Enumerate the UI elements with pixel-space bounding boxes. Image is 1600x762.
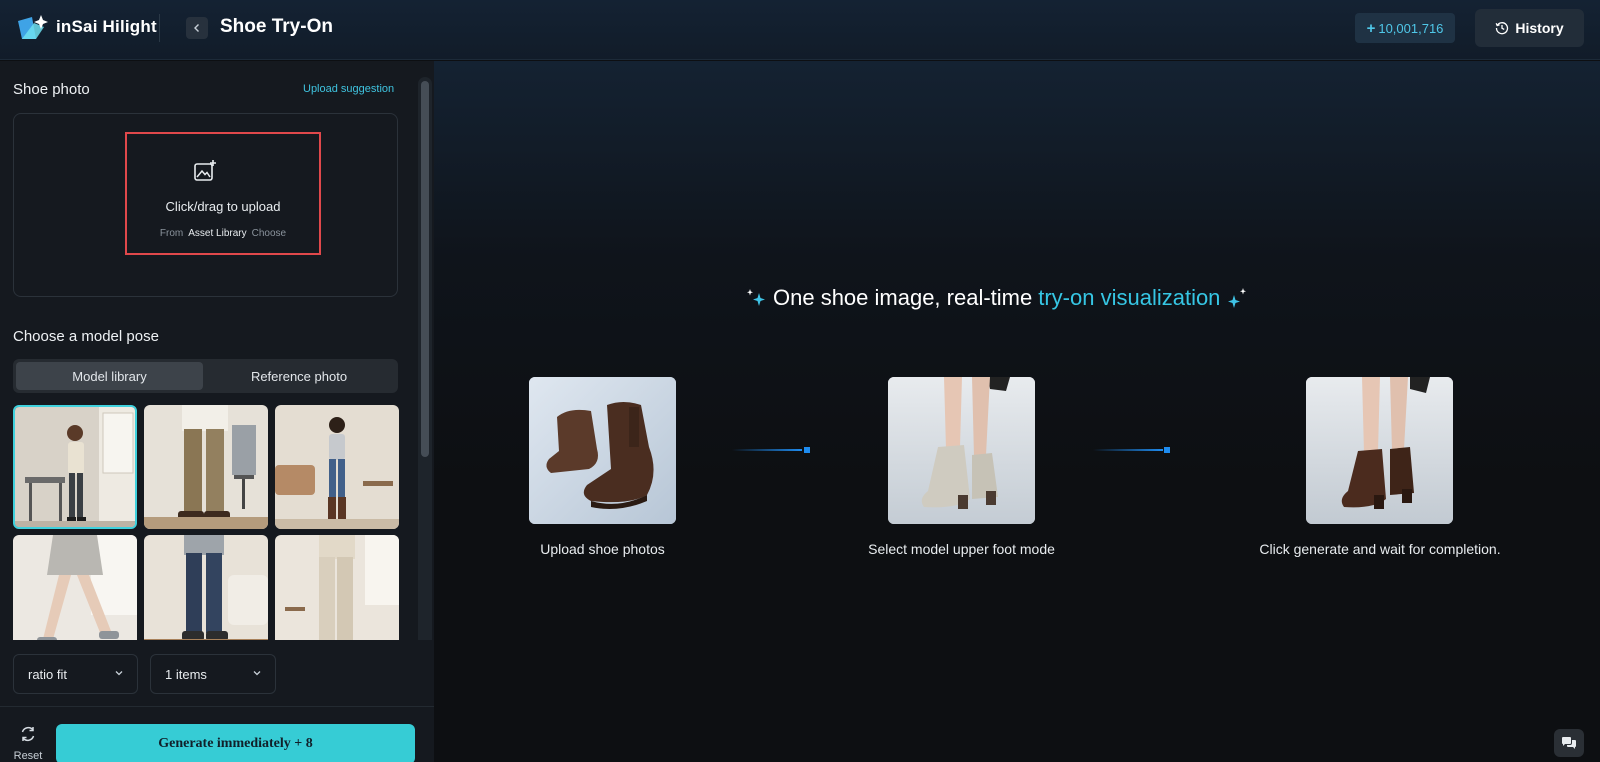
upload-instruction: Click/drag to upload <box>165 199 281 214</box>
hero-headline: One shoe image, real-time try-on visuali… <box>745 282 1290 314</box>
sparkle-icon <box>1228 288 1247 308</box>
upload-source-line: From Asset Library Choose <box>125 228 321 239</box>
asset-library-link[interactable]: Asset Library <box>188 228 246 239</box>
items-select-value: 1 items <box>165 666 207 682</box>
hero-accent: try-on visualization <box>1038 285 1221 310</box>
back-button[interactable] <box>186 17 208 39</box>
panel-scrollbar-thumb[interactable] <box>421 81 429 457</box>
generate-cost: + 8 <box>294 736 313 751</box>
brand-logo[interactable]: inSai Hilight <box>16 13 157 41</box>
header-divider <box>159 14 160 42</box>
credits-value: 10,001,716 <box>1378 20 1444 36</box>
pose-thumbnail[interactable] <box>275 405 399 529</box>
shoe-photo-title: Shoe photo <box>13 81 90 98</box>
upload-from-label: From <box>159 228 184 239</box>
step-connector-dot <box>1164 447 1170 453</box>
pose-source-tabs: Model library Reference photo <box>13 359 398 393</box>
chat-button[interactable] <box>1554 729 1584 757</box>
reset-label: Reset <box>13 750 43 762</box>
star-logo-icon <box>16 13 50 41</box>
plus-icon: + <box>1366 19 1376 37</box>
footer-divider <box>0 706 434 707</box>
sparkle-icon <box>747 289 765 306</box>
generate-label: Generate immediately <box>158 736 291 751</box>
chat-bubbles-icon <box>1562 737 1576 749</box>
chevron-down-icon <box>115 671 123 676</box>
history-button[interactable]: History <box>1475 9 1584 47</box>
step-image-result <box>1306 377 1453 524</box>
history-label: History <box>1515 20 1564 36</box>
upload-suggestion-link[interactable]: Upload suggestion <box>303 83 394 95</box>
step-label-upload: Upload shoe photos <box>540 541 665 557</box>
step-image-shoe <box>529 377 676 524</box>
refresh-icon <box>21 726 35 742</box>
step-connector-dot <box>804 447 810 453</box>
generate-button[interactable]: Generate immediately + 8 <box>56 724 415 762</box>
chevron-down-icon <box>253 671 261 676</box>
step-connector <box>1093 449 1163 451</box>
image-add-icon <box>194 160 216 181</box>
brand-name: inSai Hilight <box>56 17 157 36</box>
pose-thumbnail[interactable] <box>144 405 268 529</box>
chevron-left-icon <box>194 24 199 32</box>
step-label-generate: Click generate and wait for completion. <box>1259 541 1501 557</box>
page-title: Shoe Try-On <box>220 16 333 37</box>
ratio-select-value: ratio fit <box>28 666 68 682</box>
model-pose-title: Choose a model pose <box>13 328 159 345</box>
app-header: inSai Hilight Shoe Try-On + 10,001,716 H… <box>0 0 1600 60</box>
step-image-model <box>888 377 1035 524</box>
credits-badge[interactable]: + 10,001,716 <box>1355 13 1455 43</box>
tab-reference-photo[interactable]: Reference photo <box>203 362 395 390</box>
hero-prefix: One shoe image, real-time <box>773 285 1033 310</box>
reset-button[interactable]: Reset <box>10 725 46 762</box>
clock-history-icon <box>1495 22 1509 35</box>
choose-label: Choose <box>251 228 287 239</box>
step-label-select-model: Select model upper foot mode <box>868 541 1055 557</box>
tab-model-library[interactable]: Model library <box>16 362 203 390</box>
ratio-select[interactable]: ratio fit <box>13 654 138 694</box>
step-connector <box>732 449 802 451</box>
pose-thumbnail[interactable] <box>13 405 137 529</box>
items-select[interactable]: 1 items <box>150 654 276 694</box>
